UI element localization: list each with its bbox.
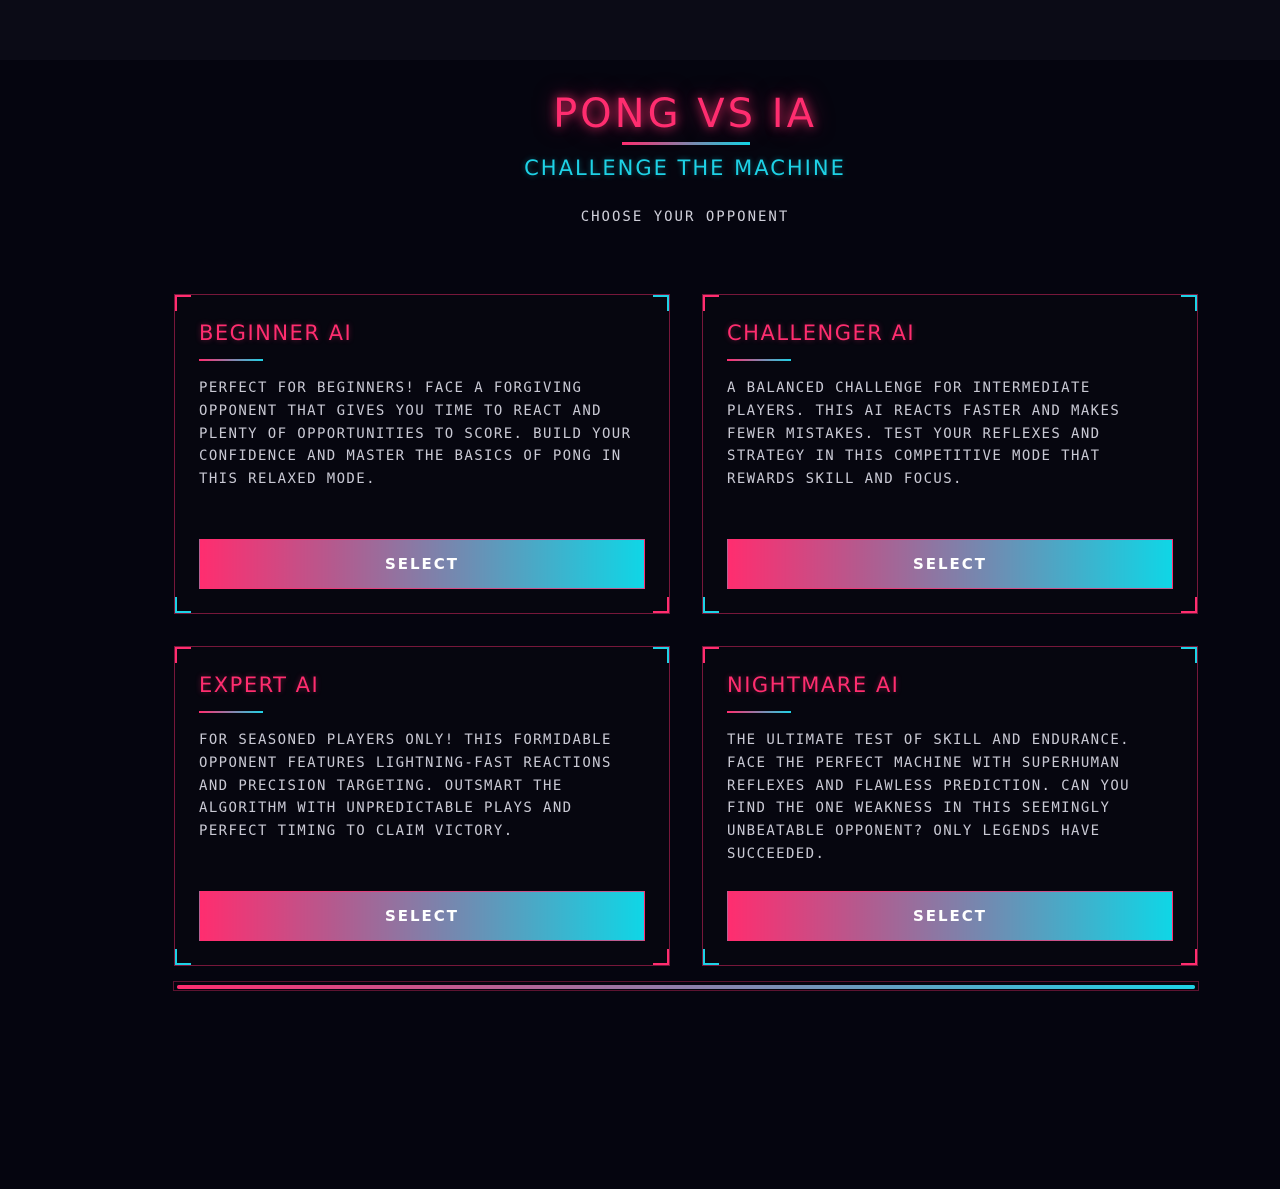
card-title: BEGINNER AI bbox=[199, 321, 353, 345]
corner-decoration bbox=[175, 295, 191, 311]
choose-opponent-label: CHOOSE YOUR OPPONENT bbox=[580, 209, 790, 225]
corner-decoration bbox=[175, 949, 191, 965]
card-title: NIGHTMARE AI bbox=[727, 673, 900, 697]
card-description: A BALANCED CHALLENGE FOR INTERMEDIATE PL… bbox=[727, 380, 1121, 488]
progress-bar-fill bbox=[177, 985, 1195, 989]
corner-decoration bbox=[703, 949, 719, 965]
opponent-card-beginner: BEGINNER AI PERFECT FOR BEGINNERS! FACE … bbox=[174, 294, 670, 614]
title-underline bbox=[622, 142, 750, 145]
corner-decoration bbox=[653, 597, 669, 613]
corner-decoration bbox=[1181, 597, 1197, 613]
progress-bar bbox=[173, 981, 1199, 991]
select-nightmare-button[interactable]: SELECT bbox=[727, 891, 1173, 941]
card-title: EXPERT AI bbox=[199, 673, 320, 697]
opponent-card-challenger: CHALLENGER AI A BALANCED CHALLENGE FOR I… bbox=[702, 294, 1198, 614]
page-subtitle: CHALLENGE THE MACHINE bbox=[524, 156, 846, 180]
card-title: CHALLENGER AI bbox=[727, 321, 916, 345]
corner-decoration bbox=[175, 647, 191, 663]
corner-decoration bbox=[653, 647, 669, 663]
select-expert-button[interactable]: SELECT bbox=[199, 891, 645, 941]
corner-decoration bbox=[175, 597, 191, 613]
card-title-underline bbox=[727, 359, 791, 361]
header: PONG VS IA CHALLENGE THE MACHINE CHOOSE … bbox=[0, 92, 1280, 225]
card-title-underline bbox=[199, 711, 263, 713]
corner-decoration bbox=[1181, 295, 1197, 311]
select-challenger-button[interactable]: SELECT bbox=[727, 539, 1173, 589]
card-title-underline bbox=[199, 359, 263, 361]
corner-decoration bbox=[703, 647, 719, 663]
corner-decoration bbox=[703, 597, 719, 613]
card-description: PERFECT FOR BEGINNERS! FACE A FORGIVING … bbox=[199, 380, 632, 488]
opponent-card-expert: EXPERT AI FOR SEASONED PLAYERS ONLY! THI… bbox=[174, 646, 670, 966]
card-description: THE ULTIMATE TEST OF SKILL AND ENDURANCE… bbox=[727, 732, 1130, 862]
top-bar bbox=[0, 0, 1280, 60]
corner-decoration bbox=[1181, 949, 1197, 965]
corner-decoration bbox=[703, 295, 719, 311]
page-title: PONG VS IA bbox=[553, 91, 817, 137]
corner-decoration bbox=[653, 949, 669, 965]
corner-decoration bbox=[653, 295, 669, 311]
card-description: FOR SEASONED PLAYERS ONLY! THIS FORMIDAB… bbox=[199, 732, 612, 840]
opponent-card-nightmare: NIGHTMARE AI THE ULTIMATE TEST OF SKILL … bbox=[702, 646, 1198, 966]
card-title-underline bbox=[727, 711, 791, 713]
select-beginner-button[interactable]: SELECT bbox=[199, 539, 645, 589]
corner-decoration bbox=[1181, 647, 1197, 663]
